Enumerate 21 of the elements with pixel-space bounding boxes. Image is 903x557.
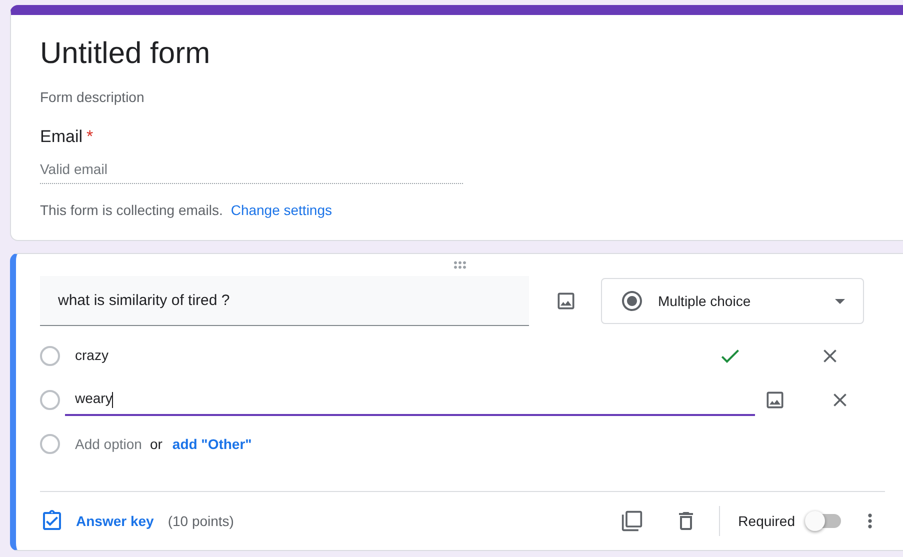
option-field[interactable]: crazy [75,341,745,371]
question-type-dropdown[interactable]: Multiple choice [601,278,864,324]
form-title[interactable]: Untitled form [40,37,903,71]
points-text: (10 points) [168,513,235,529]
change-settings-link[interactable]: Change settings [230,202,332,218]
clipboard-check-icon [40,509,64,533]
radio-icon [620,289,644,313]
or-text: or [150,436,162,452]
add-other-link[interactable]: add "Other" [172,436,252,452]
question-field[interactable]: what is similarity of tired ? [40,276,529,326]
answer-key-button[interactable]: Answer key [40,509,154,533]
form-description[interactable]: Form description [40,89,903,105]
option-field[interactable]: weary [65,384,755,416]
email-notice: This form is collecting emails. [40,202,223,218]
required-switch[interactable] [807,514,841,528]
required-label: Required [738,513,795,529]
add-option-text[interactable]: Add option [75,436,142,452]
radio-button[interactable] [40,390,60,410]
email-label: Email * [40,127,94,147]
dropdown-caret-icon [835,298,845,304]
radio-button[interactable] [40,346,60,366]
